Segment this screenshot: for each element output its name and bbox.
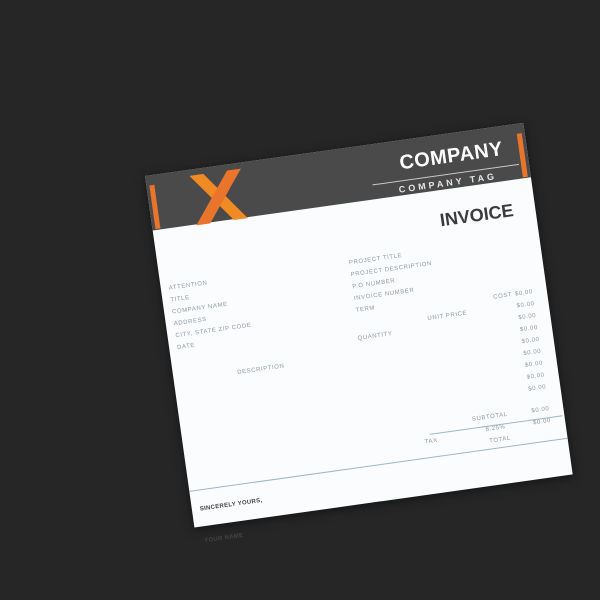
bill-to-title: TITLE [170,294,191,304]
invoice-title: INVOICE [438,200,515,231]
tax-rate: 8.25% [485,424,506,434]
bill-to-date: DATE [176,342,196,352]
col-header-unit-price: UNIT PRICE [427,310,468,323]
col-header-quantity: QUANTITY [357,331,393,342]
accent-bar-left [149,184,161,230]
cost-cell: $0.00 [514,289,534,298]
bill-to-address: ADDRESS [173,316,208,328]
invoice-document: COMPANY COMPANY TAG INVOICE ATTENTION TI… [145,122,573,544]
total-label: TOTAL [488,435,512,445]
cost-cell: $0.00 [519,324,539,334]
signer-name: YOUR NAME [203,532,244,545]
invoice-number: INVOICE NUMBER [353,287,415,303]
cost-cell: $0.00 [523,348,542,358]
project-title: PROJECT TITLE [348,253,403,267]
cost-cell: $0.00 [518,312,537,322]
cost-cell: $0.00 [521,336,541,346]
sign-off: SINCERELY YOURS, [199,497,263,513]
subtotal-label: SUBTOTAL [471,411,509,423]
term: TERM [355,305,376,314]
bill-to-company: COMPANY NAME [171,301,229,316]
cost-cell: $0.00 [526,372,546,381]
po-number: P.O NUMBER [352,278,396,291]
cost-cell: $0.00 [528,384,547,393]
bill-to-attention: ATTENTION [168,280,208,292]
company-logo-x-icon [189,168,248,226]
footer-divider [189,437,568,492]
subtotal-value: $0.00 [531,406,550,415]
col-header-description: DESCRIPTION [236,363,285,377]
cost-cell: $0.00 [524,360,544,369]
tax-label: TAX [424,437,439,446]
tax-value: $0.00 [532,417,552,427]
col-header-cost: COST [492,292,513,301]
cost-cell: $0.00 [516,301,536,310]
